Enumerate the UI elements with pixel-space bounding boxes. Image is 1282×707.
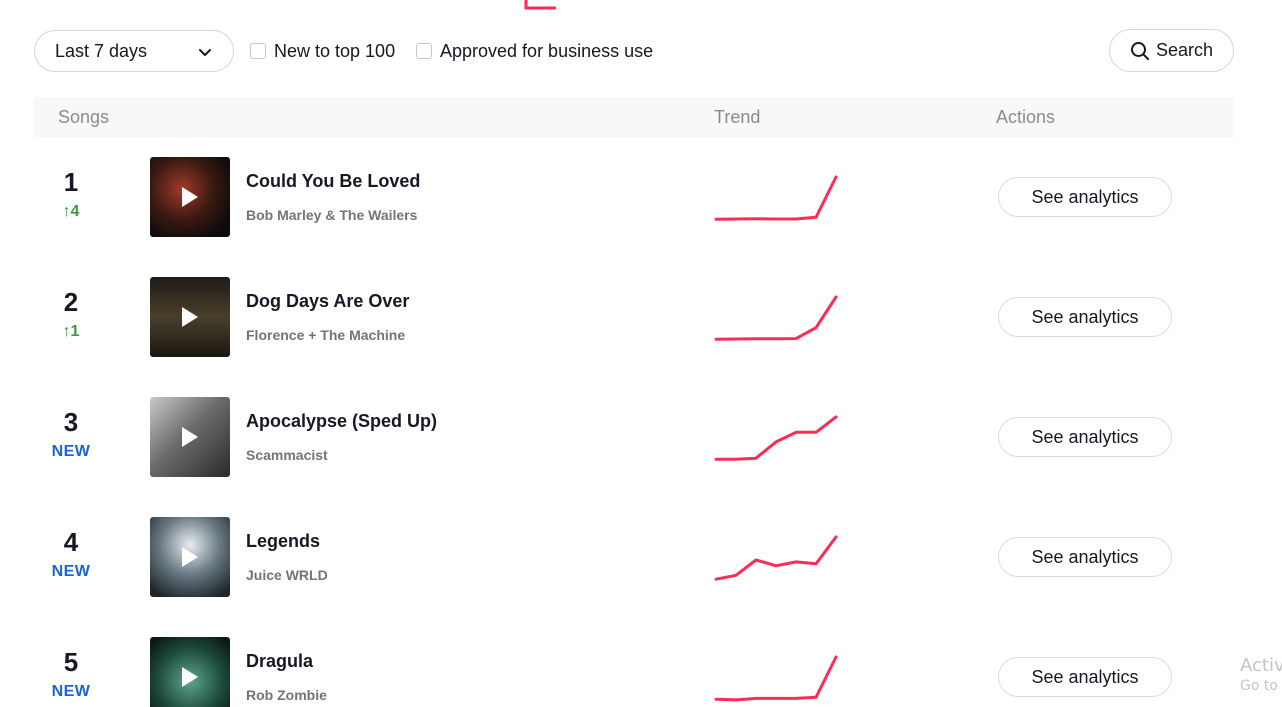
checkbox-box[interactable] bbox=[250, 43, 266, 59]
see-analytics-label: See analytics bbox=[1031, 426, 1139, 447]
watermark-line-2: Go to bbox=[1240, 678, 1278, 694]
song-title[interactable]: Legends bbox=[246, 531, 320, 552]
song-row: 5 NEW Dragula Rob Zombie See analytics bbox=[34, 637, 1234, 707]
album-cover[interactable] bbox=[150, 157, 230, 237]
rank-change: ↑4 bbox=[34, 203, 108, 221]
see-analytics-label: See analytics bbox=[1031, 546, 1139, 567]
checkbox-box[interactable] bbox=[416, 43, 432, 59]
album-cover[interactable] bbox=[150, 517, 230, 597]
see-analytics-button[interactable]: See analytics bbox=[998, 657, 1172, 697]
rank-change: NEW bbox=[34, 683, 108, 701]
song-row: 2 ↑1 Dog Days Are Over Florence + The Ma… bbox=[34, 277, 1234, 357]
song-artist: Bob Marley & The Wailers bbox=[246, 207, 418, 223]
rank-number: 2 bbox=[63, 287, 79, 317]
search-button-label: Search bbox=[1155, 40, 1214, 60]
song-artist: Florence + The Machine bbox=[246, 327, 406, 343]
see-analytics-button[interactable]: See analytics bbox=[998, 297, 1172, 337]
song-artist: Scammacist bbox=[246, 447, 328, 463]
rank-change-value: NEW bbox=[51, 563, 91, 580]
approved-label: Approved for business use bbox=[440, 40, 654, 61]
song-title[interactable]: Dog Days Are Over bbox=[246, 291, 409, 312]
filter-bar: Last 7 days New to top 100 Approved for … bbox=[34, 29, 1234, 72]
trend-line bbox=[714, 655, 838, 702]
period-dropdown-value: Last 7 days bbox=[55, 40, 148, 61]
column-header-actions: Actions bbox=[996, 107, 1056, 127]
album-cover[interactable] bbox=[150, 397, 230, 477]
song-artist: Juice WRLD bbox=[246, 567, 328, 583]
search-button[interactable]: Search bbox=[1109, 29, 1234, 72]
rank-change-value: NEW bbox=[51, 683, 91, 700]
chevron-down-icon bbox=[199, 49, 211, 56]
song-row: 3 NEW Apocalypse (Sped Up) Scammacist Se… bbox=[34, 397, 1234, 477]
search-icon bbox=[1130, 41, 1149, 60]
period-dropdown[interactable]: Last 7 days bbox=[34, 30, 234, 72]
rank-number: 5 bbox=[63, 647, 79, 677]
approved-checkbox[interactable]: Approved for business use bbox=[416, 30, 653, 72]
rank-change: NEW bbox=[34, 443, 108, 461]
see-analytics-button[interactable]: See analytics bbox=[998, 177, 1172, 217]
song-title[interactable]: Could You Be Loved bbox=[246, 171, 420, 192]
song-row: 4 NEW Legends Juice WRLD See analytics bbox=[34, 517, 1234, 597]
trend-line bbox=[714, 295, 838, 341]
top-accent-mark bbox=[524, 0, 556, 10]
album-cover[interactable] bbox=[150, 277, 230, 357]
rank-up-arrow-icon: ↑ bbox=[62, 203, 71, 220]
trend-line bbox=[714, 415, 838, 461]
column-header-trend: Trend bbox=[714, 107, 761, 127]
trend-sparkline bbox=[714, 535, 838, 581]
activation-watermark: Activ Go to bbox=[1240, 655, 1282, 694]
song-artist: Rob Zombie bbox=[246, 687, 327, 703]
rank-change-value: 1 bbox=[70, 323, 80, 340]
new-to-top-label: New to top 100 bbox=[274, 40, 396, 61]
rank-change-value: 4 bbox=[70, 203, 80, 220]
play-icon[interactable] bbox=[182, 307, 198, 327]
see-analytics-label: See analytics bbox=[1031, 306, 1139, 327]
rank-number: 3 bbox=[63, 407, 79, 437]
rank-number: 1 bbox=[63, 167, 79, 197]
trend-sparkline bbox=[714, 415, 838, 461]
rank-change-value: NEW bbox=[51, 443, 91, 460]
trend-sparkline bbox=[714, 175, 838, 221]
rank-number: 4 bbox=[63, 527, 79, 557]
play-icon[interactable] bbox=[182, 667, 198, 687]
see-analytics-label: See analytics bbox=[1031, 666, 1139, 687]
play-icon[interactable] bbox=[182, 187, 198, 207]
new-to-top-checkbox[interactable]: New to top 100 bbox=[250, 30, 395, 72]
song-title[interactable]: Apocalypse (Sped Up) bbox=[246, 411, 437, 432]
trend-line bbox=[714, 175, 838, 221]
trend-line bbox=[714, 535, 838, 581]
trend-sparkline bbox=[714, 295, 838, 341]
song-row: 1 ↑4 Could You Be Loved Bob Marley & The… bbox=[34, 157, 1234, 237]
trend-sparkline bbox=[714, 655, 838, 702]
album-cover[interactable] bbox=[150, 637, 230, 707]
rank-change: NEW bbox=[34, 563, 108, 581]
play-icon[interactable] bbox=[182, 427, 198, 447]
see-analytics-button[interactable]: See analytics bbox=[998, 537, 1172, 577]
rank-change: ↑1 bbox=[34, 323, 108, 341]
see-analytics-button[interactable]: See analytics bbox=[998, 417, 1172, 457]
watermark-line-1: Activ bbox=[1240, 655, 1282, 676]
song-title[interactable]: Dragula bbox=[246, 651, 313, 672]
table-header: Songs Trend Actions bbox=[34, 97, 1234, 137]
rank-up-arrow-icon: ↑ bbox=[62, 323, 71, 340]
play-icon[interactable] bbox=[182, 547, 198, 567]
column-header-songs: Songs bbox=[58, 107, 110, 127]
see-analytics-label: See analytics bbox=[1031, 186, 1139, 207]
